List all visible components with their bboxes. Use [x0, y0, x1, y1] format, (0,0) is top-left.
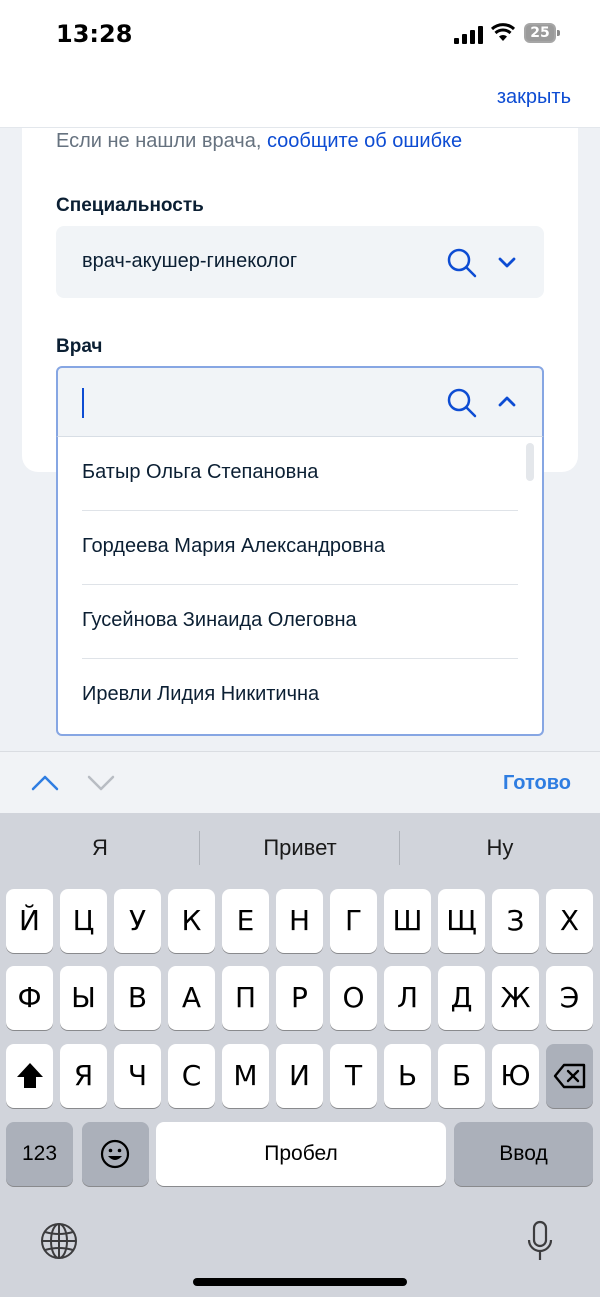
- error-hint: Если не нашли врача, сообщите об ошибке: [56, 130, 462, 153]
- done-button[interactable]: Готово: [503, 772, 571, 795]
- doctor-label: Врач: [56, 336, 103, 357]
- key[interactable]: М: [222, 1044, 269, 1108]
- doctor-option[interactable]: Батыр Ольга Степановна: [82, 437, 518, 511]
- doctor-option-label: Батыр Ольга Степановна: [82, 461, 319, 483]
- doctor-option-label: Иревли Лидия Никитична: [82, 683, 320, 705]
- wifi-icon: [490, 23, 516, 41]
- key[interactable]: З: [492, 889, 539, 953]
- key[interactable]: Р: [276, 966, 323, 1030]
- globe-icon[interactable]: [40, 1222, 78, 1260]
- backspace-icon: [553, 1063, 586, 1089]
- key[interactable]: А: [168, 966, 215, 1030]
- hint-text: Если не нашли врача,: [56, 130, 262, 152]
- emoji-key[interactable]: [82, 1122, 149, 1186]
- keyboard-accessory-bar: Готово: [0, 751, 600, 813]
- key[interactable]: Ю: [492, 1044, 539, 1108]
- key[interactable]: Д: [438, 966, 485, 1030]
- keyboard: Я Привет Ну Й Ц У К Е Н Г Ш Щ З Х Ф Ы В …: [0, 813, 600, 1297]
- key[interactable]: Н: [276, 889, 323, 953]
- key[interactable]: Л: [384, 966, 431, 1030]
- key[interactable]: Щ: [438, 889, 485, 953]
- doctor-search-input[interactable]: [56, 366, 544, 438]
- search-icon[interactable]: [446, 247, 478, 279]
- backspace-key[interactable]: [546, 1044, 593, 1108]
- doctor-option[interactable]: Гордеева Мария Александровна: [82, 511, 518, 585]
- key[interactable]: Х: [546, 889, 593, 953]
- shift-key[interactable]: [6, 1044, 53, 1108]
- scrollbar[interactable]: [526, 443, 534, 481]
- next-field-icon[interactable]: [86, 772, 116, 794]
- key[interactable]: Я: [60, 1044, 107, 1108]
- specialty-label: Специальность: [56, 195, 204, 216]
- key[interactable]: Г: [330, 889, 377, 953]
- chevron-up-icon[interactable]: [496, 391, 518, 413]
- key[interactable]: Е: [222, 889, 269, 953]
- previous-field-icon[interactable]: [30, 772, 60, 794]
- numbers-key[interactable]: 123: [6, 1122, 73, 1186]
- doctor-dropdown-list[interactable]: Батыр Ольга Степановна Гордеева Мария Ал…: [56, 436, 544, 736]
- battery-level: 25: [530, 25, 550, 41]
- search-icon[interactable]: [446, 387, 478, 419]
- specialty-select[interactable]: врач-акушер-гинеколог: [56, 226, 544, 298]
- key[interactable]: Ш: [384, 889, 431, 953]
- key[interactable]: Б: [438, 1044, 485, 1108]
- doctor-option-label: Гусейнова Зинаида Олеговна: [82, 609, 357, 631]
- key[interactable]: Ж: [492, 966, 539, 1030]
- home-indicator[interactable]: [193, 1278, 407, 1286]
- enter-key[interactable]: Ввод: [454, 1122, 593, 1186]
- clock: 13:28: [56, 20, 133, 48]
- key[interactable]: Ф: [6, 966, 53, 1030]
- doctor-option[interactable]: Гусейнова Зинаида Олеговна: [82, 585, 518, 659]
- key[interactable]: К: [168, 889, 215, 953]
- key[interactable]: Ь: [384, 1044, 431, 1108]
- key[interactable]: И: [276, 1044, 323, 1108]
- key[interactable]: О: [330, 966, 377, 1030]
- specialty-value: врач-акушер-гинеколог: [82, 250, 298, 272]
- key[interactable]: Ц: [60, 889, 107, 953]
- key[interactable]: Ы: [60, 966, 107, 1030]
- key[interactable]: Ч: [114, 1044, 161, 1108]
- suggestion[interactable]: Я: [0, 835, 200, 861]
- key[interactable]: П: [222, 966, 269, 1030]
- text-cursor: [82, 388, 84, 418]
- emoji-icon: [100, 1139, 130, 1169]
- doctor-option[interactable]: Иревли Лидия Никитична: [82, 659, 518, 733]
- microphone-icon[interactable]: [526, 1220, 554, 1262]
- key[interactable]: В: [114, 966, 161, 1030]
- doctor-option-label: Гордеева Мария Александровна: [82, 535, 385, 557]
- report-error-link[interactable]: сообщите об ошибке: [267, 130, 462, 152]
- suggestion[interactable]: Привет: [200, 835, 400, 861]
- key[interactable]: Э: [546, 966, 593, 1030]
- chevron-down-icon[interactable]: [496, 251, 518, 273]
- status-bar: 13:28 25: [0, 0, 600, 70]
- key[interactable]: Й: [6, 889, 53, 953]
- cellular-signal-icon: [454, 24, 484, 44]
- modal-header: закрыть: [0, 70, 600, 128]
- key[interactable]: Т: [330, 1044, 377, 1108]
- key[interactable]: С: [168, 1044, 215, 1108]
- battery-icon: 25: [524, 23, 560, 43]
- key[interactable]: У: [114, 889, 161, 953]
- suggestion[interactable]: Ну: [400, 835, 600, 861]
- space-key[interactable]: Пробел: [156, 1122, 446, 1186]
- close-button[interactable]: закрыть: [497, 86, 571, 109]
- shift-icon: [17, 1063, 43, 1088]
